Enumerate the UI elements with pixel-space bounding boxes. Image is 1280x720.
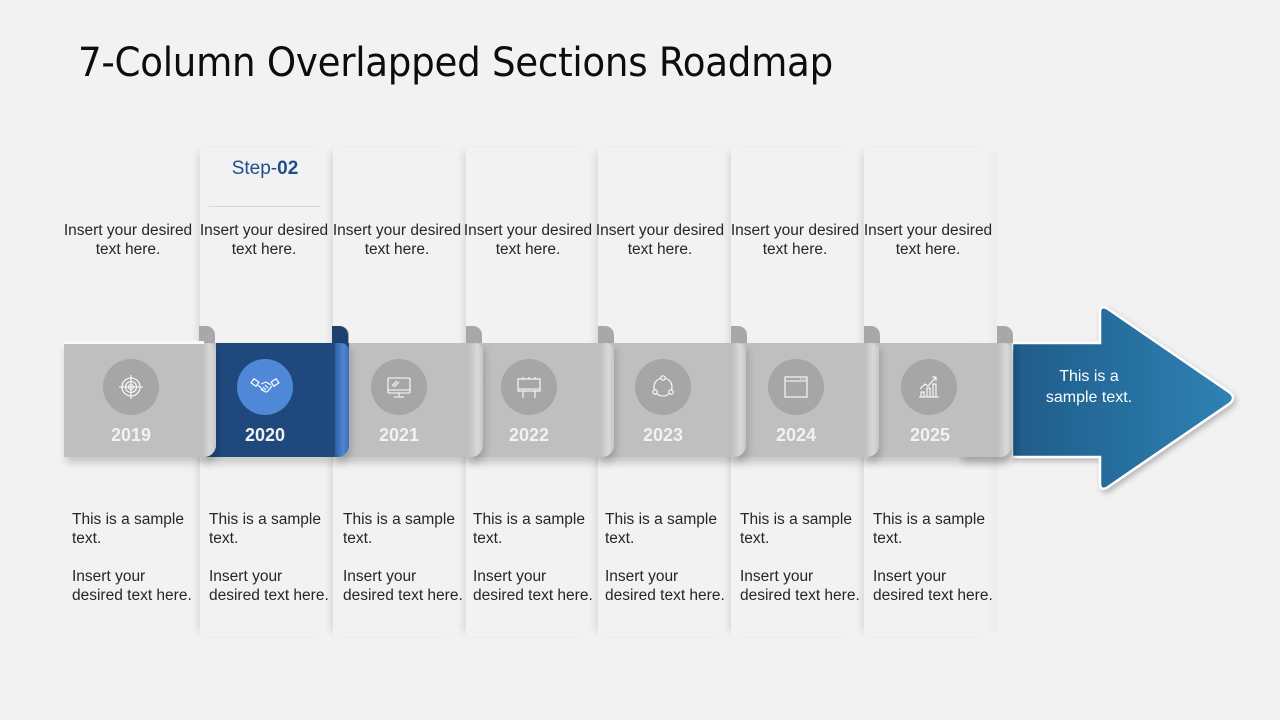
growth-chart-icon [919, 376, 939, 398]
arrow-text: This is a sample text. [1045, 368, 1133, 406]
step-label: Step-02 [199, 158, 331, 180]
bottom-text-line: This is a sample text. [605, 511, 717, 547]
network-cycle-icon [652, 375, 674, 397]
bottom-text: This is a sample text. Insert your desire… [473, 510, 593, 605]
bottom-text-line: This is a sample text. [209, 511, 321, 547]
bottom-text: This is a sample text. Insert your desire… [740, 510, 860, 605]
bottom-text-line: Insert your desired text here. [209, 568, 329, 604]
step-divider [209, 206, 321, 207]
billboard-icon [517, 377, 541, 398]
bottom-text-line: Insert your desired text here. [72, 568, 192, 604]
monitor-icon [387, 377, 411, 398]
icon-circle [103, 359, 159, 415]
slide-title: 7-Column Overlapped Sections Roadmap [78, 40, 833, 86]
top-text: Insert your desired text here. [730, 222, 860, 258]
icon-circle [635, 359, 691, 415]
bottom-text-line: This is a sample text. [473, 511, 585, 547]
bottom-text-line: Insert your desired text here. [873, 568, 993, 604]
target-icon [119, 375, 143, 399]
top-text: Insert your desired text here. [463, 222, 593, 258]
top-text: Insert your desired text here. [595, 222, 725, 258]
bottom-text: This is a sample text. Insert your desire… [873, 510, 993, 605]
band-highlight [64, 341, 204, 344]
year-label: 2022 [508, 425, 550, 445]
handshake-icon [250, 377, 280, 393]
band-tab [864, 326, 880, 343]
browser-window-icon [784, 376, 808, 398]
year-label: 2024 [775, 425, 817, 445]
icon-circle-active [237, 359, 293, 415]
bottom-text-line: This is a sample text. [72, 511, 184, 547]
icon-circle [901, 359, 957, 415]
icon-circle [501, 359, 557, 415]
step-number: 02 [277, 158, 299, 179]
bottom-text-line: This is a sample text. [873, 511, 985, 547]
band-tab [731, 326, 747, 343]
bottom-text-line: Insert your desired text here. [605, 568, 725, 604]
bottom-text: This is a sample text. Insert your desire… [343, 510, 463, 605]
top-text: Insert your desired text here. [332, 222, 462, 258]
bottom-text-line: This is a sample text. [343, 511, 455, 547]
top-text: Insert your desired text here. [863, 222, 993, 258]
icon-circle [371, 359, 427, 415]
top-text: Insert your desired text here. [63, 222, 193, 258]
band-tab [997, 326, 1013, 343]
bottom-text: This is a sample text. Insert your desire… [605, 510, 725, 605]
bottom-text-line: Insert your desired text here. [740, 568, 860, 604]
bottom-text-line: Insert your desired text here. [473, 568, 593, 604]
bottom-text: This is a sample text. Insert your desire… [209, 510, 329, 605]
bottom-text-line: This is a sample text. [740, 511, 852, 547]
year-label: 2023 [642, 425, 684, 445]
year-label: 2019 [110, 425, 152, 445]
top-text: Insert your desired text here. [199, 222, 329, 258]
bottom-text: This is a sample text. Insert your desire… [72, 510, 192, 605]
year-label: 2021 [378, 425, 420, 445]
band-tab [598, 326, 614, 343]
icon-circle [768, 359, 824, 415]
year-label: 2025 [909, 425, 951, 445]
bottom-text-line: Insert your desired text here. [343, 568, 463, 604]
band-tab [466, 326, 482, 343]
year-label: 2020 [244, 425, 286, 445]
step-prefix: Step- [231, 158, 278, 179]
band-tab-active [332, 326, 348, 343]
